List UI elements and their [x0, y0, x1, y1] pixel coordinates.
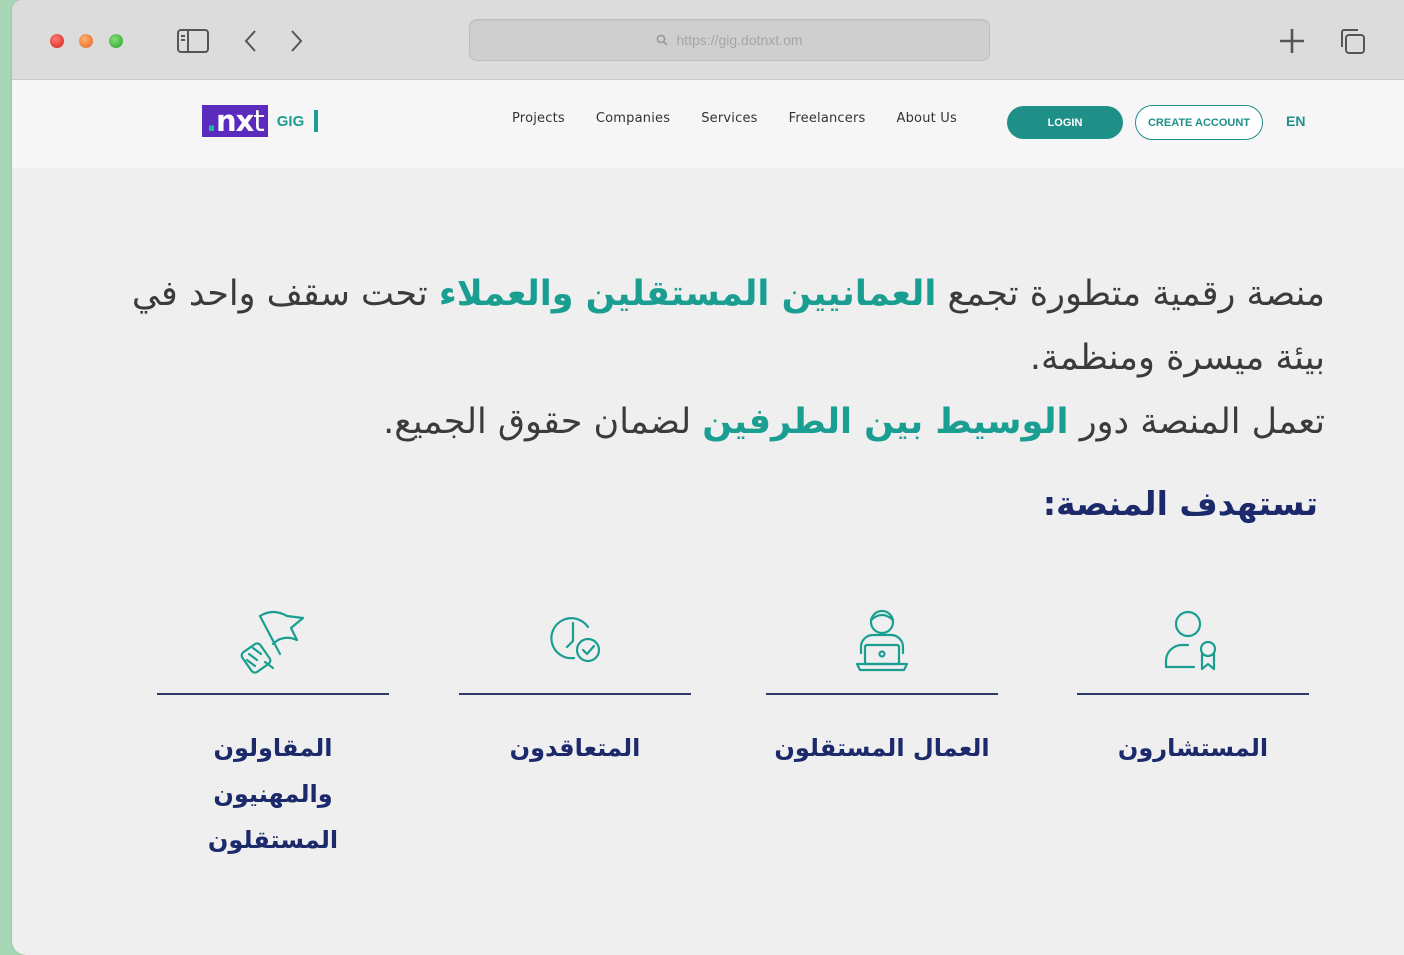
- site-logo[interactable]: . nx t GIG: [202, 104, 319, 138]
- target-label: المتعاقدون: [509, 734, 641, 762]
- divider-line: [1077, 693, 1309, 695]
- site-header: . nx t GIG Projects Companies Services Fre…: [12, 80, 1404, 168]
- logo-text-bold: nx: [216, 104, 254, 138]
- divider-line: [157, 693, 389, 695]
- nav-projects[interactable]: Projects: [512, 111, 565, 126]
- logo-mark: . nx t: [202, 104, 268, 138]
- hero-line-2-start: تعمل المنصة دور: [1068, 402, 1325, 442]
- logo-gig-text: GIG: [276, 112, 305, 130]
- logo-text-light: t: [253, 104, 264, 138]
- freelancer-laptop-icon: [766, 600, 998, 680]
- minimize-window-button[interactable]: [79, 34, 93, 48]
- url-text: https://gig.dotnxt.om: [676, 32, 803, 48]
- hero-line-2: تعمل المنصة دور الوسيط بين الطرفين لضمان…: [115, 390, 1325, 454]
- clock-check-icon: [459, 600, 691, 680]
- hero-text: منصة رقمية متطورة تجمع العمانيين المستقل…: [115, 262, 1325, 454]
- forward-arrow-icon[interactable]: [278, 24, 314, 58]
- nav-freelancers[interactable]: Freelancers: [789, 111, 866, 126]
- divider-line: [766, 693, 998, 695]
- hero-line-2-end: لضمان حقوق الجميع.: [383, 402, 703, 442]
- close-window-button[interactable]: [50, 34, 64, 48]
- logo-divider: [314, 110, 319, 132]
- target-label: المقاولون والمهنيون المستقلون: [207, 734, 339, 854]
- consultant-icon: [1077, 600, 1309, 680]
- hero-line-1: منصة رقمية متطورة تجمع العمانيين المستقل…: [115, 262, 1325, 390]
- target-contractors-professionals: المقاولون والمهنيون المستقلون: [157, 600, 389, 863]
- target-consultants: المستشارون: [1077, 600, 1309, 771]
- main-nav: Projects Companies Services Freelancers …: [512, 111, 988, 126]
- divider-line: [459, 693, 691, 695]
- tabs-overview-icon[interactable]: [1334, 24, 1370, 58]
- hero-line-2-highlight: الوسيط بين الطرفين: [702, 402, 1069, 442]
- target-contractors: المتعاقدون: [459, 600, 691, 771]
- new-tab-plus-icon[interactable]: [1274, 24, 1310, 58]
- back-arrow-icon[interactable]: [233, 24, 269, 58]
- browser-window: https://gig.dotnxt.om . nx t GIG Projects …: [12, 0, 1404, 955]
- targets-section: المستشارون العمال المستقلون المتعاقدون ا…: [12, 600, 1404, 900]
- create-account-button[interactable]: CREATE ACCOUNT: [1135, 105, 1263, 140]
- hero-line-1-highlight: العمانيين المستقلين والعملاء: [438, 274, 937, 314]
- address-bar[interactable]: https://gig.dotnxt.om: [469, 19, 990, 61]
- maximize-window-button[interactable]: [109, 34, 123, 48]
- flag-fist-icon: [157, 600, 389, 680]
- nav-about-us[interactable]: About Us: [897, 111, 957, 126]
- browser-chrome: https://gig.dotnxt.om: [12, 0, 1404, 80]
- nav-companies[interactable]: Companies: [596, 111, 670, 126]
- hero-line-1-start: منصة رقمية متطورة تجمع: [936, 274, 1325, 314]
- targets-heading: تستهدف المنصة:: [1042, 484, 1318, 523]
- target-label: العمال المستقلون: [774, 734, 990, 762]
- sidebar-toggle-icon[interactable]: [175, 24, 211, 58]
- target-label: المستشارون: [1117, 734, 1269, 762]
- target-freelancers: العمال المستقلون: [766, 600, 998, 771]
- logo-dot: .: [206, 104, 217, 138]
- login-button[interactable]: LOGIN: [1007, 106, 1123, 139]
- search-icon: [657, 34, 669, 46]
- nav-services[interactable]: Services: [701, 111, 757, 126]
- language-switch[interactable]: EN: [1286, 113, 1305, 129]
